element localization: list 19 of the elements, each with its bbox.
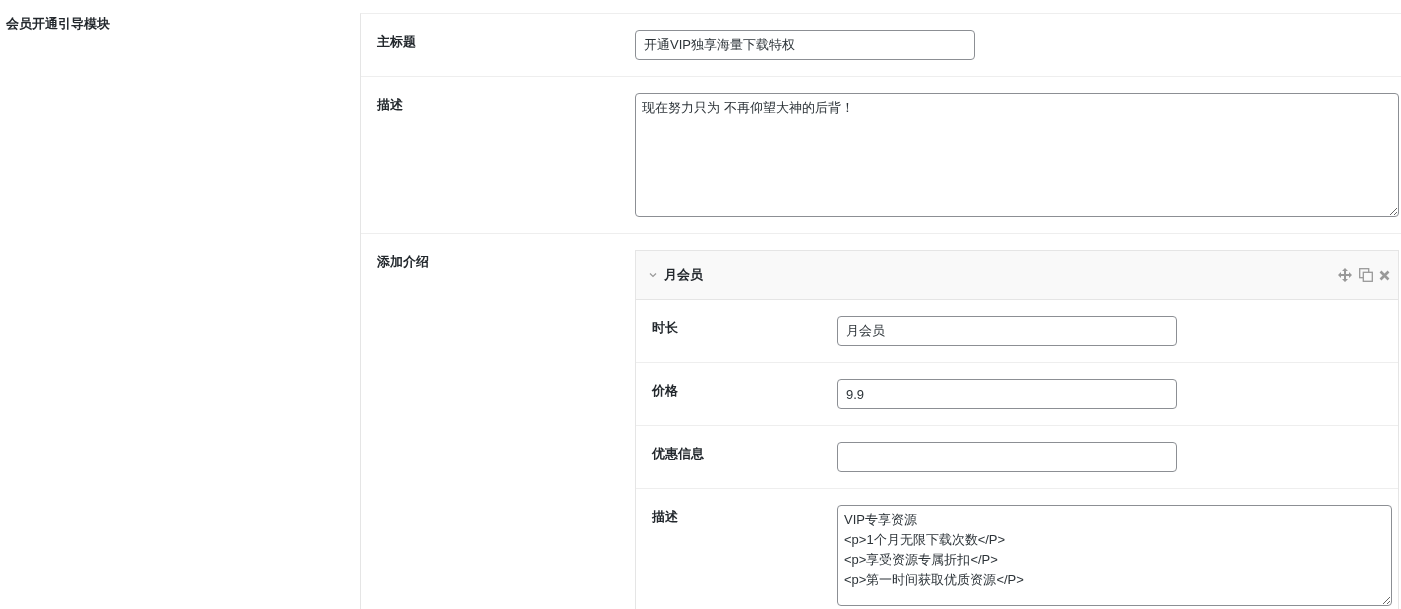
field-label: 添加介绍 [377,254,429,269]
copy-icon[interactable] [1358,268,1373,282]
textarea-field[interactable]: 现在努力只为 不再仰望大神的后背！ [635,93,1399,217]
field-label: 时长 [652,320,678,335]
text-input[interactable]: 开通VIP独享海量下载特权 [635,30,975,60]
text-input[interactable]: 9.9 [837,379,1177,409]
field-label: 描述 [652,509,678,524]
chevron-icon[interactable] [648,270,658,280]
group-title: 月会员 [664,266,703,285]
field-label: 主标题 [377,34,416,49]
text-input[interactable] [837,442,1177,472]
field-label: 价格 [652,383,678,398]
section-title: 会员开通引导模块 [6,16,110,31]
field-label: 描述 [377,97,403,112]
field-label: 优惠信息 [652,446,704,461]
textarea-field[interactable]: VIP专享资源 <p>1个月无限下载次数</P> <p>享受资源专属折扣</P> <p>第一时间获取优质资源</P> [837,505,1392,606]
close-icon[interactable] [1379,269,1390,281]
move-icon[interactable] [1338,268,1352,282]
text-input[interactable]: 月会员 [837,316,1177,346]
